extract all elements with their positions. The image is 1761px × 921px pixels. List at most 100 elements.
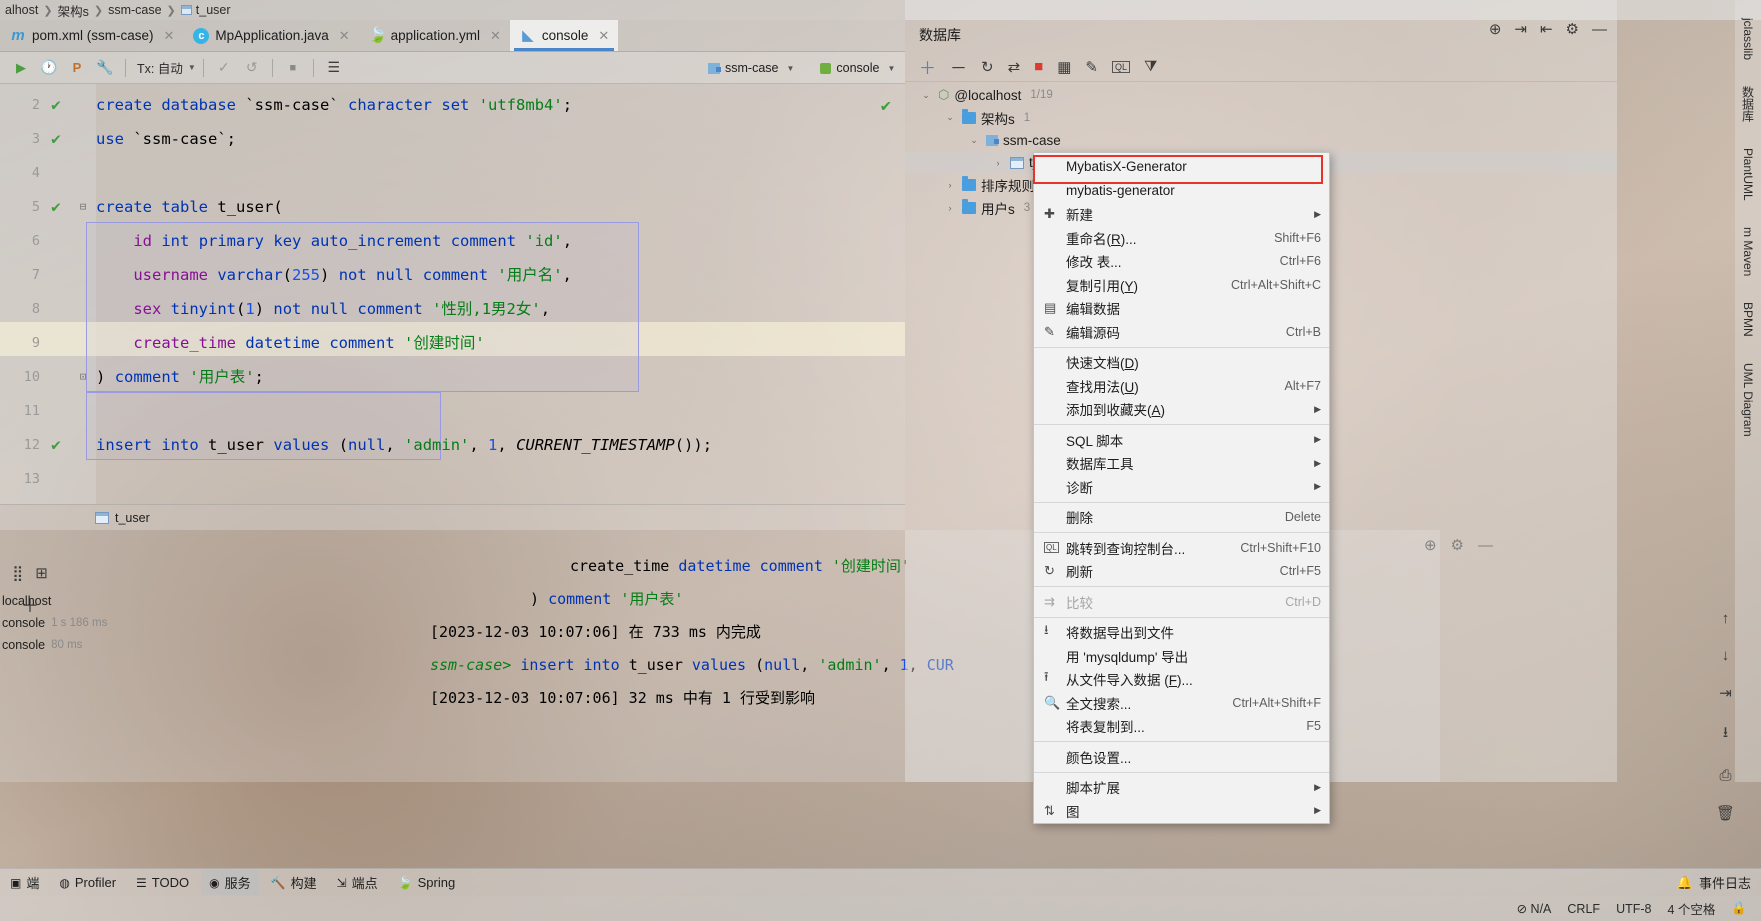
- tool-label-plantuml[interactable]: PlantUML: [1741, 148, 1755, 201]
- tree-node-localhost[interactable]: ⌄ ⬡ @localhost 1/19: [905, 84, 1617, 107]
- menu-item-4[interactable]: 修改 表... Ctrl+F6: [1034, 250, 1329, 274]
- code-line[interactable]: use `ssm-case`;: [96, 122, 236, 156]
- profile-icon[interactable]: P: [64, 56, 90, 80]
- menu-item-0[interactable]: MybatisX-Generator: [1034, 153, 1329, 179]
- menu-item-13[interactable]: 诊断 ▶: [1034, 475, 1329, 499]
- menu-item-3[interactable]: 重命名(R)... Shift+F6: [1034, 226, 1329, 250]
- commit-button[interactable]: ✓: [211, 56, 237, 80]
- code-line[interactable]: insert into t_user values (null, 'admin'…: [96, 428, 712, 462]
- chevron-down-icon[interactable]: ⌄: [919, 90, 933, 101]
- menu-item-19[interactable]: 用 'mysqldump' 导出: [1034, 644, 1329, 668]
- breadcrumb-item-host[interactable]: alhost: [2, 3, 41, 17]
- lock-icon[interactable]: 🔒: [1731, 901, 1747, 916]
- list-item[interactable]: console 1 s 186 ms: [0, 612, 420, 634]
- tab-console[interactable]: ◣ console ✕: [509, 20, 619, 51]
- list-item[interactable]: console 80 ms: [0, 634, 420, 656]
- code-line[interactable]: sex tinyint(1) not null comment '性别,1男2女…: [96, 292, 550, 326]
- fold-toggle-icon[interactable]: ⊟: [76, 190, 90, 224]
- code-line[interactable]: create_time datetime comment '创建时间': [96, 326, 484, 360]
- statement-executed-icon[interactable]: ✔: [48, 122, 64, 156]
- code-line[interactable]: create table t_user(: [96, 190, 283, 224]
- tab-application-yml[interactable]: 🍃 application.yml ✕: [359, 20, 510, 51]
- tab-mpapplication-java[interactable]: c MpApplication.java ✕: [183, 20, 358, 51]
- menu-item-18[interactable]: ⭳ 将数据导出到文件: [1034, 621, 1329, 645]
- menu-item-23[interactable]: 颜色设置...: [1034, 745, 1329, 769]
- chevron-right-icon[interactable]: ›: [943, 180, 957, 190]
- scroll-down-icon[interactable]: ↓: [1722, 647, 1730, 664]
- menu-item-12[interactable]: 数据库工具 ▶: [1034, 452, 1329, 476]
- chevron-down-icon[interactable]: ⌄: [943, 112, 957, 123]
- menu-item-16[interactable]: ↻ 刷新 Ctrl+F5: [1034, 560, 1329, 584]
- gear-icon[interactable]: ⚙: [1566, 20, 1579, 38]
- menu-item-15[interactable]: QL 跳转到查询控制台... Ctrl+Shift+F10: [1034, 536, 1329, 560]
- minus-icon[interactable]: －: [950, 54, 967, 79]
- chevron-down-icon[interactable]: ▼: [188, 63, 196, 72]
- session-selector[interactable]: console ▼: [812, 56, 903, 80]
- tool-label-uml-diagram[interactable]: UML Diagram: [1741, 363, 1755, 437]
- menu-item-25[interactable]: ⇅ 图 ▶: [1034, 799, 1329, 823]
- stop-button[interactable]: ■: [280, 56, 306, 80]
- inspection-ok-icon[interactable]: ✔: [881, 96, 891, 116]
- menu-item-8[interactable]: 快速文档(D): [1034, 351, 1329, 375]
- menu-item-14[interactable]: 删除 Delete: [1034, 506, 1329, 530]
- tool-label-maven[interactable]: m Maven: [1741, 227, 1755, 276]
- chevron-down-icon[interactable]: ▼: [786, 64, 794, 73]
- bottom-item-build[interactable]: 🔨 构建: [263, 870, 325, 895]
- list-item[interactable]: localhost: [0, 590, 420, 612]
- event-log-button[interactable]: 🔔 事件日志: [1677, 873, 1751, 892]
- tab-pom-xml[interactable]: m pom.xml (ssm-case) ✕: [0, 20, 183, 51]
- menu-item-11[interactable]: SQL 脚本 ▶: [1034, 428, 1329, 452]
- code-line[interactable]: ) comment '用户表';: [96, 360, 264, 394]
- sql-editor[interactable]: 2 ✔ create database `ssm-case` character s…: [0, 84, 905, 504]
- history-icon[interactable]: 🕐: [36, 56, 62, 80]
- status-encoding[interactable]: UTF-8: [1616, 902, 1651, 916]
- tab-close-icon[interactable]: ✕: [598, 28, 609, 44]
- scroll-up-icon[interactable]: ↑: [1722, 610, 1730, 627]
- statement-executed-icon[interactable]: ✔: [48, 88, 64, 122]
- save-output-icon[interactable]: ⭳: [1723, 722, 1728, 747]
- tx-mode-label[interactable]: Tx: 自动: [137, 58, 183, 77]
- chevron-down-icon[interactable]: ▼: [888, 64, 896, 73]
- status-indent[interactable]: 4 个空格: [1667, 899, 1715, 918]
- rerun-icon[interactable]: ⣿: [12, 564, 23, 582]
- statement-executed-icon[interactable]: ✔: [48, 428, 64, 462]
- menu-item-9[interactable]: 查找用法(U) Alt+F7: [1034, 374, 1329, 398]
- tool-label-database[interactable]: 数据库: [1740, 86, 1757, 122]
- bottom-item-services[interactable]: ◉ 服务: [201, 870, 259, 895]
- menu-item-7[interactable]: ✎ 编辑源码 Ctrl+B: [1034, 320, 1329, 344]
- code-line[interactable]: create database `ssm-case` character set…: [96, 88, 572, 122]
- print-icon[interactable]: ⎙: [1719, 767, 1731, 784]
- database-context-menu[interactable]: MybatisX-Generator mybatis-generator ✚ 新建 ▶ 重…: [1033, 152, 1330, 824]
- rows-view-icon[interactable]: ☰: [321, 56, 347, 80]
- menu-item-1[interactable]: mybatis-generator: [1034, 179, 1329, 203]
- status-na[interactable]: ⊘ N/A: [1517, 901, 1552, 916]
- query-console-icon[interactable]: QL: [1111, 60, 1130, 73]
- breadcrumb-item-database[interactable]: ssm-case: [105, 3, 164, 17]
- sync-script-icon[interactable]: ⇄: [1008, 58, 1021, 76]
- tab-close-icon[interactable]: ✕: [164, 28, 175, 44]
- bottom-item-profiler[interactable]: ◍ Profiler: [51, 872, 124, 893]
- chevron-down-icon[interactable]: ⌄: [967, 135, 981, 146]
- tree-node-schemas[interactable]: ⌄ 架构s 1: [905, 107, 1617, 130]
- bottom-item-todo[interactable]: ☰ TODO: [128, 872, 197, 893]
- code-line[interactable]: username varchar(255) not null comment '…: [96, 258, 572, 292]
- menu-item-10[interactable]: 添加到收藏夹(A) ▶: [1034, 398, 1329, 422]
- breadcrumb-item-schemas[interactable]: 架构s: [55, 1, 92, 20]
- bottom-item-spring[interactable]: 🍃 Spring: [390, 872, 464, 893]
- chevron-right-icon[interactable]: ›: [943, 203, 957, 213]
- stop-icon[interactable]: ■: [1034, 58, 1043, 75]
- refresh-icon[interactable]: ↻: [981, 58, 994, 76]
- run-button[interactable]: ▶: [8, 56, 34, 80]
- menu-item-24[interactable]: 脚本扩展 ▶: [1034, 776, 1329, 800]
- chevron-right-icon[interactable]: ›: [991, 158, 1005, 168]
- rollback-button[interactable]: ↺: [239, 56, 265, 80]
- clear-all-icon[interactable]: 🗑: [1716, 804, 1735, 822]
- settings-wrench-icon[interactable]: 🔧: [92, 56, 118, 80]
- result-tab-label[interactable]: t_user: [115, 511, 150, 525]
- tab-close-icon[interactable]: ✕: [339, 28, 350, 44]
- table-icon[interactable]: ▦: [1057, 58, 1071, 76]
- status-line-separator[interactable]: CRLF: [1567, 902, 1600, 916]
- add-icon[interactable]: ＋: [919, 54, 936, 79]
- globe-icon[interactable]: ⊕: [1489, 20, 1502, 38]
- tool-label-jclasslib[interactable]: jclasslib: [1741, 18, 1755, 60]
